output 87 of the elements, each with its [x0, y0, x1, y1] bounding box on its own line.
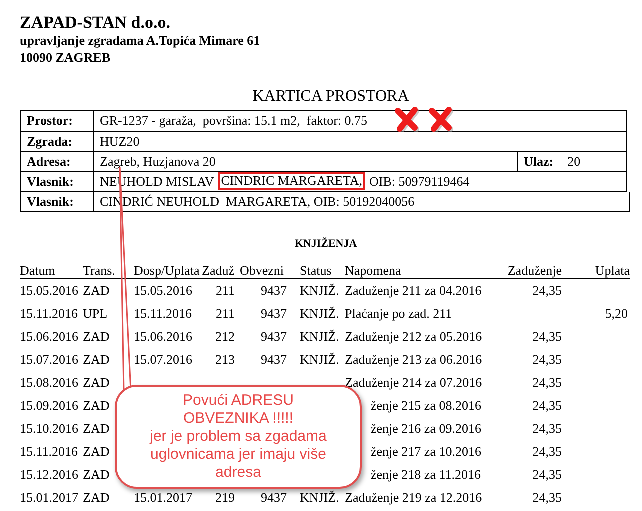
table-cell: 24,35: [532, 283, 562, 298]
section-title: KNJIŽENJA: [294, 236, 358, 252]
table-cell: ZAD: [83, 398, 110, 413]
field-label: Vlasnik:: [27, 172, 74, 190]
table-cell: 15.11.2016: [134, 306, 192, 321]
table-cell: 15.05.2016: [20, 283, 78, 298]
table-cell: ZAD: [83, 490, 110, 505]
report-title: KARTICA PROSTORA: [252, 86, 410, 107]
table-cell: 15.11.2016: [20, 306, 78, 321]
column-header: Zaduženje: [508, 263, 562, 278]
table-cell: UPL: [83, 306, 108, 321]
table-cell: 15.01.2017: [20, 490, 78, 505]
field-label: Ulaz:: [524, 152, 554, 170]
table-cell: ženje 216 za 09.2016: [371, 421, 482, 436]
field-value: OIB: 50979119464: [369, 172, 470, 190]
table-cell: KNJIŽ.: [300, 352, 340, 367]
table-cell: 15.07.2016: [20, 352, 78, 367]
column-header: Datum: [20, 263, 56, 278]
table-cell: Zaduženje 213 za 06.2016: [345, 352, 482, 367]
table-cell: 15.01.2017: [134, 490, 192, 505]
table-cell: ženje 218 za 11.2016: [371, 467, 481, 482]
highlighted-name: CINDRIC MARGARETA,: [218, 172, 366, 190]
table-cell: ZAD: [83, 467, 110, 482]
table-cell: Zaduženje 219 za 12.2016: [345, 490, 482, 505]
table-cell: 15.06.2016: [20, 329, 78, 344]
field-label: Prostor:: [27, 112, 73, 130]
table-cell: 15.12.2016: [20, 467, 78, 482]
column-header: Napomena: [345, 263, 402, 278]
table-cell: 24,35: [532, 329, 562, 344]
table-cell: Plaćanje po zad. 211: [345, 306, 452, 321]
company-name: ZAPAD-STAN d.o.o.: [20, 12, 170, 34]
column-header: Status: [300, 263, 332, 278]
table-cell: Zaduženje 212 za 05.2016: [345, 329, 482, 344]
column-header: Uplata: [595, 263, 630, 278]
table-cell: 15.09.2016: [20, 398, 78, 413]
table-cell: 15.07.2016: [134, 352, 192, 367]
table-cell: KNJIŽ.: [300, 283, 340, 298]
table-cell: 9437: [261, 283, 287, 298]
field-label: Adresa:: [27, 152, 71, 170]
table-cell: ZAD: [83, 329, 110, 344]
table-cell: 213: [216, 352, 235, 367]
table-cell: ZAD: [83, 283, 110, 298]
table-cell: ženje 217 za 10.2016: [371, 444, 482, 459]
field-label: Zgrada:: [27, 132, 72, 151]
table-cell: ženje 215 za 08.2016: [371, 398, 482, 413]
table-cell: 5,20: [605, 306, 628, 321]
table-cell: KNJIŽ.: [300, 306, 340, 321]
table-cell: KNJIŽ.: [300, 490, 340, 505]
table-cell: 24,35: [532, 352, 562, 367]
table-cell: 24,35: [532, 490, 562, 505]
cross-icon: [394, 106, 420, 132]
table-cell: ZAD: [83, 444, 110, 459]
column-header: Obvezni: [240, 263, 284, 278]
table-cell: 211: [216, 283, 235, 298]
table-cell: ZAD: [83, 375, 110, 390]
column-header: Dosp/Uplata: [134, 263, 200, 278]
table-cell: 211: [216, 306, 235, 321]
table-cell: 15.08.2016: [20, 375, 78, 390]
table-cell: 212: [216, 329, 235, 344]
table-cell: KNJIŽ.: [300, 329, 340, 344]
table-cell: 15.06.2016: [134, 329, 192, 344]
table-cell: ZAD: [83, 352, 110, 367]
field-value: HUZ20: [100, 132, 140, 150]
table-cell: 9437: [261, 329, 287, 344]
table-cell: 24,35: [532, 375, 562, 390]
table-cell: Zaduženje 211 za 04.2016: [345, 283, 482, 298]
table-cell: 24,35: [532, 398, 562, 413]
table-cell: 24,35: [532, 444, 562, 459]
table-cell: 24,35: [532, 421, 562, 436]
field-value: Zagreb, Huzjanova 20: [100, 152, 216, 171]
company-city: 10090 ZAGREB: [20, 50, 111, 66]
column-header: Zaduž: [202, 263, 234, 278]
table-cell: 9437: [261, 352, 287, 367]
field-label: Vlasnik:: [27, 192, 74, 210]
table-cell: 15.10.2016: [20, 421, 78, 436]
column-header: Trans.: [83, 263, 116, 278]
table-cell: 24,35: [532, 467, 562, 482]
company-address: upravljanje zgradama A.Topića Mimare 61: [20, 33, 260, 50]
table-cell: 9437: [261, 490, 287, 505]
cross-icon: [428, 106, 454, 132]
table-cell: 15.11.2016: [20, 444, 78, 459]
field-value: GR-1237 - garaža, površina: 15.1 m2, faktor: 0.75: [100, 112, 368, 130]
table-cell: 219: [216, 490, 235, 505]
field-value: 20: [568, 152, 581, 170]
table-cell: 15.05.2016: [134, 283, 192, 298]
table-cell: 9437: [261, 306, 287, 321]
table-cell: ZAD: [83, 421, 110, 436]
